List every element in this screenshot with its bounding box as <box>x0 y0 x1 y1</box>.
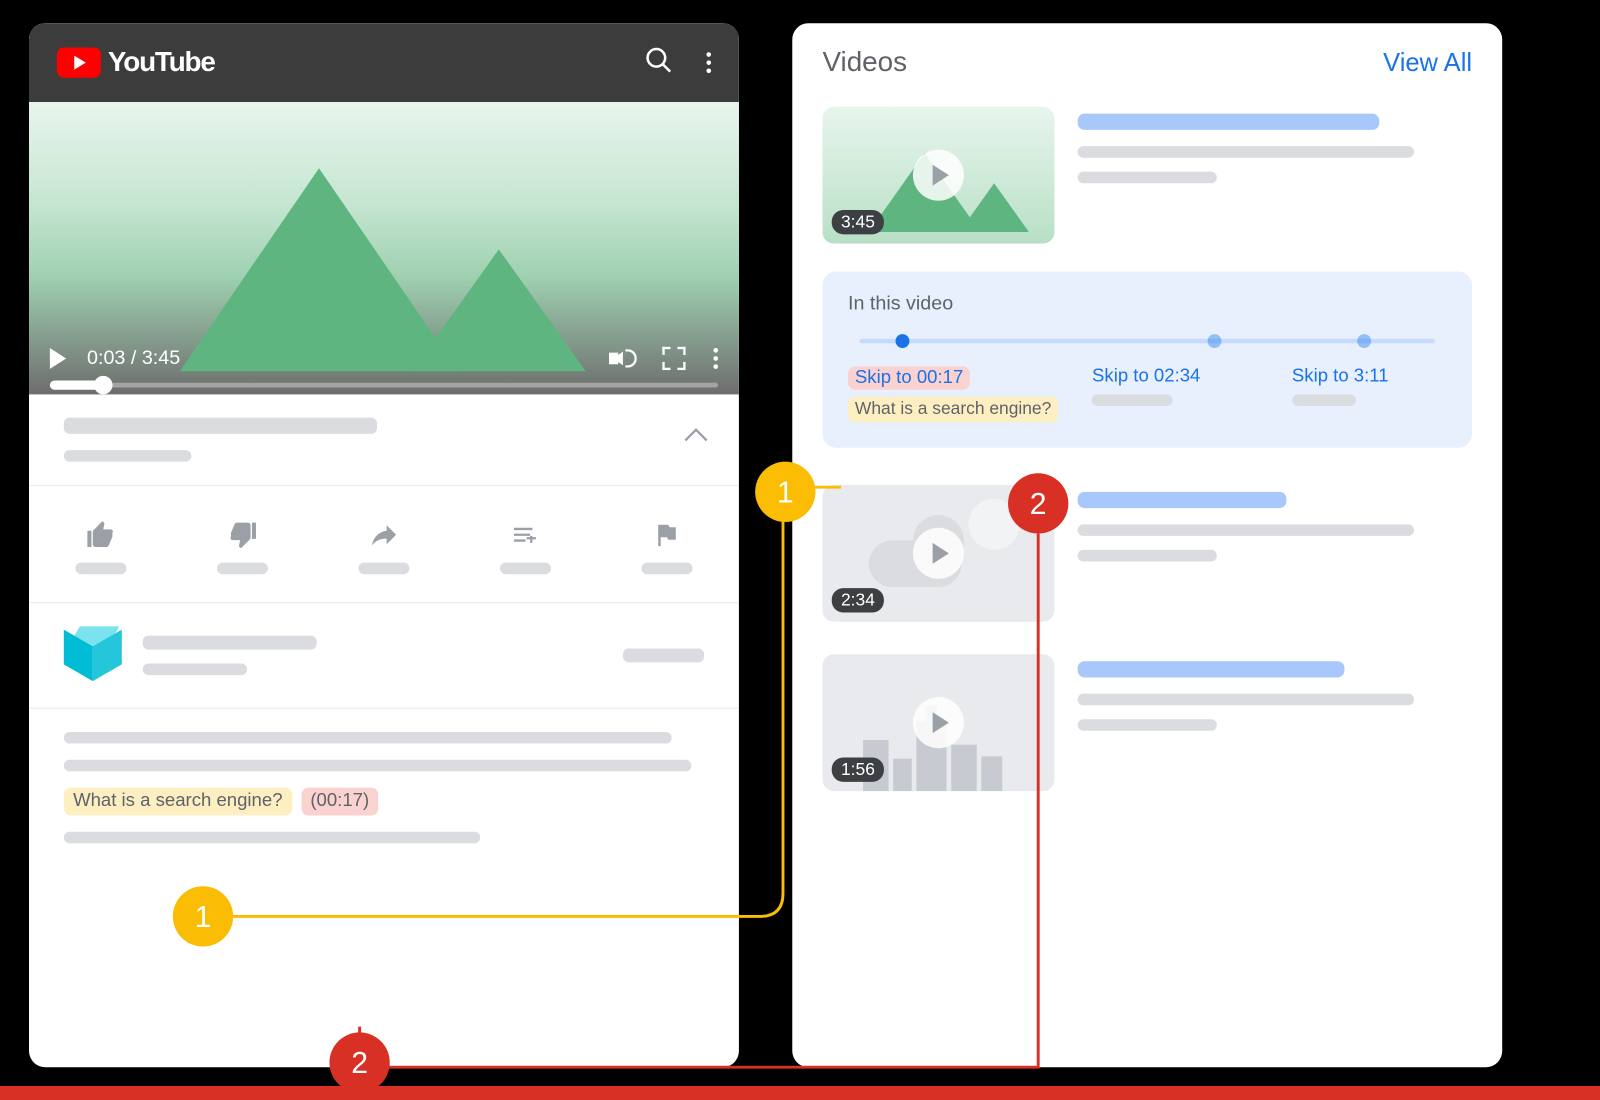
duration-badge: 1:56 <box>832 757 884 781</box>
placeholder-line <box>1078 719 1217 731</box>
report-button[interactable] <box>641 519 692 575</box>
save-button[interactable] <box>500 519 551 575</box>
search-results-panel: Videos View All 3:45 In this video <box>792 23 1502 1067</box>
placeholder-line <box>64 832 480 844</box>
fullscreen-icon[interactable] <box>662 347 685 370</box>
like-button[interactable] <box>75 519 126 575</box>
duration-badge: 3:45 <box>832 210 884 234</box>
chapter-title-tag[interactable]: What is a search engine? <box>64 788 292 816</box>
placeholder-line <box>1078 549 1217 561</box>
chapter-description: What is a search engine? <box>848 397 1058 422</box>
playlist-add-icon <box>508 519 543 551</box>
video-thumbnail[interactable]: 3:45 <box>822 107 1054 244</box>
youtube-wordmark: YouTube <box>108 46 215 78</box>
placeholder-line <box>623 648 704 662</box>
chapter-skip-link[interactable]: Skip to 3:11 <box>1292 367 1447 388</box>
view-all-link[interactable]: View All <box>1383 48 1472 78</box>
chapter-timestamp-tag[interactable]: (00:17) <box>301 788 378 816</box>
placeholder-line <box>1078 661 1345 677</box>
youtube-panel: YouTube 0:03 / 3:45 <box>29 23 739 1067</box>
placeholder-line <box>1078 146 1414 158</box>
annotation-badge-2: 2 <box>329 1032 389 1092</box>
placeholder-line <box>1078 114 1380 130</box>
progress-bar[interactable] <box>50 383 718 388</box>
placeholder-line <box>1092 394 1173 406</box>
placeholder-line <box>143 636 317 650</box>
duration-badge: 2:34 <box>832 588 884 612</box>
videos-heading: Videos <box>822 46 907 78</box>
video-result[interactable]: 2:34 <box>792 468 1502 637</box>
share-icon <box>365 519 402 551</box>
search-icon[interactable] <box>644 45 674 81</box>
annotation-badge-1: 1 <box>173 886 233 946</box>
play-icon[interactable] <box>50 348 66 369</box>
play-icon <box>913 527 964 578</box>
placeholder-line <box>1078 693 1414 705</box>
description-section: What is a search engine? (00:17) <box>29 709 739 867</box>
key-moments-box: In this video Skip to 00:17 What is a se… <box>822 271 1472 447</box>
player-more-icon[interactable] <box>713 348 718 369</box>
placeholder-line <box>1078 491 1287 507</box>
chapter-timeline[interactable] <box>848 320 1447 359</box>
thumbs-down-icon <box>225 519 260 551</box>
chevron-up-icon[interactable] <box>685 428 708 451</box>
bottom-accent-bar <box>0 1086 1600 1100</box>
placeholder-line <box>143 664 247 676</box>
player-time: 0:03 / 3:45 <box>87 347 180 370</box>
video-result[interactable]: 1:56 <box>792 637 1502 806</box>
video-thumbnail[interactable]: 1:56 <box>822 654 1054 791</box>
play-icon <box>913 150 964 201</box>
share-button[interactable] <box>358 519 409 575</box>
chapter-skip-link[interactable]: Skip to 00:17 <box>848 367 970 390</box>
placeholder-line <box>1292 394 1356 406</box>
placeholder-line <box>1078 172 1217 184</box>
chapter-skip-link[interactable]: Skip to 02:34 <box>1092 367 1269 388</box>
thumbs-up-icon <box>84 519 119 551</box>
channel-section <box>29 603 739 709</box>
placeholder-line <box>1078 524 1414 536</box>
youtube-header: YouTube <box>29 23 739 102</box>
youtube-play-icon <box>57 48 101 78</box>
player-controls: 0:03 / 3:45 <box>29 334 739 394</box>
video-actions <box>29 486 739 603</box>
more-icon[interactable] <box>706 52 711 73</box>
annotation-badge-1: 1 <box>755 462 815 522</box>
placeholder-line <box>64 760 692 772</box>
chapter-item[interactable]: Skip to 3:11 <box>1292 367 1447 422</box>
youtube-logo[interactable]: YouTube <box>57 46 215 78</box>
placeholder-line <box>64 418 377 434</box>
dislike-button[interactable] <box>217 519 268 575</box>
placeholder-line <box>64 732 672 744</box>
video-player[interactable]: 0:03 / 3:45 <box>29 102 739 394</box>
video-result[interactable]: 3:45 <box>792 90 1502 259</box>
key-moments-heading: In this video <box>848 292 1447 315</box>
placeholder-line <box>64 450 192 462</box>
play-icon <box>913 697 964 748</box>
chapter-item[interactable]: Skip to 02:34 <box>1092 367 1269 422</box>
channel-avatar[interactable] <box>64 626 122 684</box>
video-title-section <box>29 394 739 486</box>
volume-icon[interactable] <box>609 346 635 372</box>
annotation-badge-2: 2 <box>1008 473 1068 533</box>
flag-icon <box>652 519 682 551</box>
chapter-item[interactable]: Skip to 00:17 What is a search engine? <box>848 367 1069 422</box>
